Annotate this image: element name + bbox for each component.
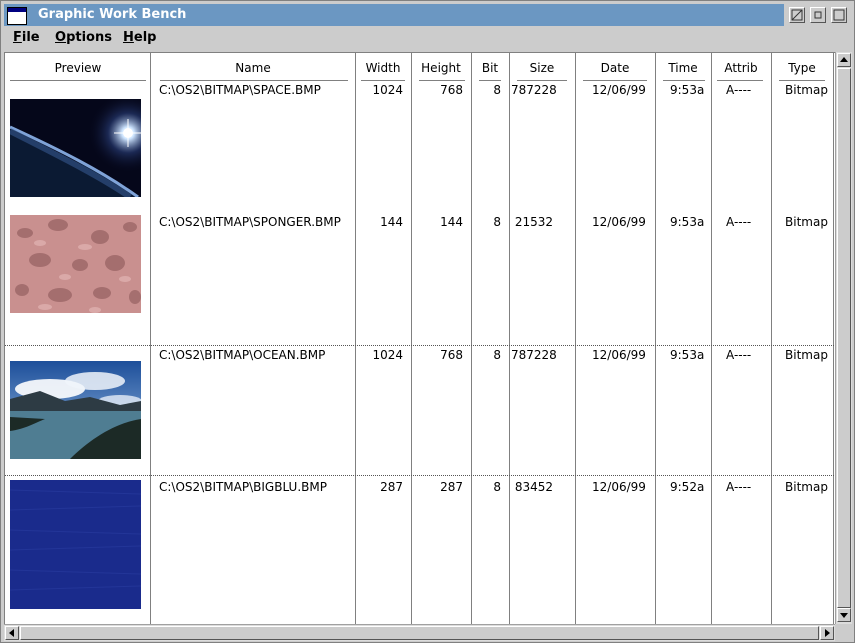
file-size: 787228 [511, 348, 557, 362]
file-date: 12/06/99 [592, 215, 646, 229]
hide-window-button[interactable] [789, 7, 805, 23]
table-row[interactable]: C:\OS2\BITMAP\SPACE.BMP 1024 768 8 78722… [5, 81, 835, 213]
file-name: C:\OS2\BITMAP\SPACE.BMP [159, 83, 321, 97]
column-header-bit[interactable]: Bit [475, 61, 505, 75]
file-type: Bitmap [785, 348, 828, 362]
column-header-attrib[interactable]: Attrib [715, 61, 767, 75]
preview-thumbnail-ocean [10, 361, 141, 459]
file-bit: 8 [493, 348, 501, 362]
file-bit: 8 [493, 480, 501, 494]
column-header-name[interactable]: Name [160, 61, 346, 75]
arrow-right-icon [825, 629, 830, 637]
preview-thumbnail-sponger [10, 215, 141, 313]
vertical-scrollbar[interactable] [835, 52, 852, 624]
system-menu-icon[interactable] [7, 7, 27, 25]
arrow-up-icon [840, 57, 848, 62]
vertical-scroll-thumb[interactable] [837, 68, 851, 608]
file-attrib: A---- [726, 348, 752, 362]
menu-help[interactable]: Help [123, 30, 156, 45]
file-type: Bitmap [785, 83, 828, 97]
file-date: 12/06/99 [592, 83, 646, 97]
file-attrib: A---- [726, 480, 752, 494]
preview-thumbnail-bigblu [10, 480, 141, 609]
file-size: 83452 [514, 480, 553, 494]
scroll-left-button[interactable] [5, 626, 19, 640]
file-height: 768 [440, 83, 463, 97]
restore-icon [814, 11, 822, 19]
menu-file[interactable]: File [13, 30, 40, 45]
file-type: Bitmap [785, 215, 828, 229]
column-header-time[interactable]: Time [659, 61, 707, 75]
file-size: 787228 [511, 83, 557, 97]
maximize-icon [833, 9, 845, 21]
horizontal-scroll-thumb[interactable] [20, 626, 819, 640]
file-attrib: A---- [726, 215, 752, 229]
file-bit: 8 [493, 215, 501, 229]
file-height: 287 [440, 480, 463, 494]
file-name: C:\OS2\BITMAP\OCEAN.BMP [159, 348, 326, 362]
file-time: 9:53a [670, 215, 705, 229]
restore-window-button[interactable] [810, 7, 826, 23]
file-attrib: A---- [726, 83, 752, 97]
scroll-right-button[interactable] [820, 626, 834, 640]
file-name: C:\OS2\BITMAP\BIGBLU.BMP [159, 480, 327, 494]
column-header-date[interactable]: Date [579, 61, 651, 75]
window-title: Graphic Work Bench [38, 7, 187, 22]
maximize-window-button[interactable] [831, 7, 847, 23]
title-bar[interactable]: Graphic Work Bench [4, 4, 784, 26]
file-width: 287 [380, 480, 403, 494]
preview-thumbnail-space [10, 99, 141, 197]
file-width: 144 [380, 215, 403, 229]
scroll-up-button[interactable] [837, 53, 851, 67]
column-header-size[interactable]: Size [513, 61, 571, 75]
arrow-left-icon [9, 629, 14, 637]
scroll-down-button[interactable] [837, 608, 851, 622]
file-date: 12/06/99 [592, 348, 646, 362]
hide-icon [791, 9, 803, 21]
column-header-width[interactable]: Width [359, 61, 407, 75]
file-details-view[interactable]: Preview Name Width Height Bit Size Date … [4, 52, 835, 625]
column-header-type[interactable]: Type [775, 61, 829, 75]
column-header-preview[interactable]: Preview [10, 61, 146, 75]
file-name: C:\OS2\BITMAP\SPONGER.BMP [159, 215, 341, 229]
file-date: 12/06/99 [592, 480, 646, 494]
table-row[interactable]: C:\OS2\BITMAP\OCEAN.BMP 1024 768 8 78722… [5, 345, 835, 476]
file-size: 21532 [514, 215, 553, 229]
file-time: 9:53a [670, 83, 705, 97]
menu-options[interactable]: Options [55, 30, 112, 45]
file-width: 1024 [372, 348, 403, 362]
horizontal-scrollbar[interactable] [4, 624, 835, 641]
file-height: 768 [440, 348, 463, 362]
arrow-down-icon [840, 613, 848, 618]
column-header-height[interactable]: Height [415, 61, 467, 75]
file-type: Bitmap [785, 480, 828, 494]
file-width: 1024 [372, 83, 403, 97]
file-height: 144 [440, 215, 463, 229]
menu-bar: File Options Help [4, 28, 852, 48]
table-row[interactable]: C:\OS2\BITMAP\SPONGER.BMP 144 144 8 2153… [5, 213, 835, 345]
table-row[interactable]: C:\OS2\BITMAP\BIGBLU.BMP 287 287 8 83452… [5, 478, 835, 624]
file-bit: 8 [493, 83, 501, 97]
file-time: 9:52a [670, 480, 705, 494]
file-time: 9:53a [670, 348, 705, 362]
